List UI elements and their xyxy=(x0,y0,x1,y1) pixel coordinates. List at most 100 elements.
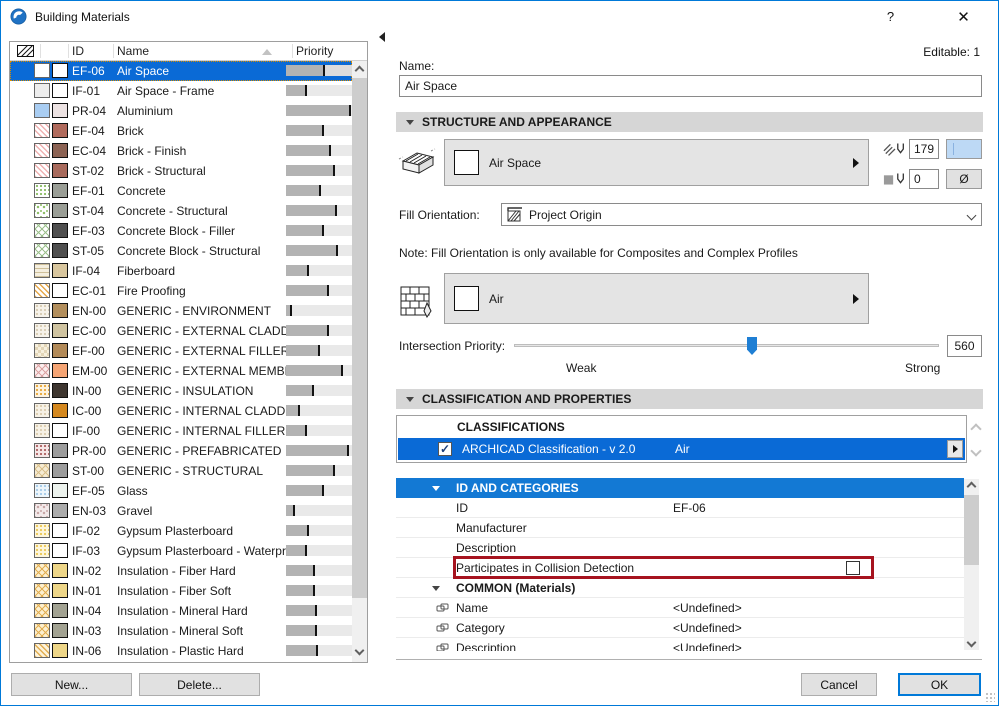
surface-swatch[interactable] xyxy=(52,563,68,578)
table-header[interactable]: ID Name Priority xyxy=(10,42,367,61)
fill-swatch[interactable] xyxy=(34,463,50,478)
table-row[interactable]: IN-03Insulation - Mineral Soft xyxy=(10,621,352,641)
property-value[interactable]: <Undefined> xyxy=(673,641,742,651)
materials-scrollbar[interactable] xyxy=(352,61,367,662)
table-row[interactable]: EN-03Gravel xyxy=(10,501,352,521)
fill-swatch[interactable] xyxy=(34,423,50,438)
surface-swatch[interactable] xyxy=(52,463,68,478)
scroll-down-icon[interactable] xyxy=(355,646,365,656)
surface-selector[interactable]: Air xyxy=(444,273,869,324)
fill-swatch[interactable] xyxy=(34,443,50,458)
cut-fill-selector[interactable]: Air Space xyxy=(444,139,869,186)
table-row[interactable]: ST-04Concrete - Structural xyxy=(10,201,352,221)
fill-swatch[interactable] xyxy=(34,363,50,378)
table-row[interactable]: EC-04Brick - Finish xyxy=(10,141,352,161)
property-value[interactable]: EF-06 xyxy=(673,501,706,515)
slider-track[interactable] xyxy=(514,344,939,347)
property-group-header[interactable]: ID AND CATEGORIES xyxy=(396,478,964,498)
scroll-down-icon[interactable] xyxy=(967,638,977,648)
surface-swatch[interactable] xyxy=(52,343,68,358)
help-button[interactable]: ? xyxy=(868,1,913,32)
surface-swatch[interactable] xyxy=(52,643,68,658)
fill-swatch[interactable] xyxy=(34,83,50,98)
col-id[interactable]: ID xyxy=(72,44,84,58)
fill-swatch[interactable] xyxy=(34,103,50,118)
surface-swatch[interactable] xyxy=(52,183,68,198)
property-row[interactable]: Name<Undefined> xyxy=(396,598,964,618)
intersection-priority-slider[interactable] xyxy=(514,337,939,355)
cut-fill-background-pen-input[interactable]: 0 xyxy=(909,169,939,189)
fill-swatch[interactable] xyxy=(34,163,50,178)
table-row[interactable]: EC-00GENERIC - EXTERNAL CLADDING xyxy=(10,321,352,341)
surface-swatch[interactable] xyxy=(52,503,68,518)
fill-swatch[interactable] xyxy=(34,203,50,218)
scroll-up-icon[interactable] xyxy=(967,482,977,492)
fill-swatch[interactable] xyxy=(34,343,50,358)
table-row[interactable]: EN-00GENERIC - ENVIRONMENT xyxy=(10,301,352,321)
table-row[interactable]: EF-00GENERIC - EXTERNAL FILLER xyxy=(10,341,352,361)
table-row[interactable]: IN-00GENERIC - INSULATION xyxy=(10,381,352,401)
properties-scrollbar[interactable] xyxy=(964,479,979,650)
section-structure-appearance[interactable]: STRUCTURE AND APPEARANCE xyxy=(396,112,983,132)
fill-swatch[interactable] xyxy=(34,563,50,578)
surface-swatch[interactable] xyxy=(52,583,68,598)
table-row[interactable]: EF-06Air Space xyxy=(10,61,352,81)
property-row[interactable]: Manufacturer xyxy=(396,518,964,538)
table-row[interactable]: EF-01Concrete xyxy=(10,181,352,201)
fill-swatch[interactable] xyxy=(34,643,50,658)
surface-swatch[interactable] xyxy=(52,263,68,278)
background-pen-none-button[interactable]: Ø xyxy=(946,169,982,189)
surface-swatch[interactable] xyxy=(52,303,68,318)
property-row[interactable]: IDEF-06 xyxy=(396,498,964,518)
cut-fill-pen-input[interactable]: 179 xyxy=(909,139,939,159)
fill-swatch[interactable] xyxy=(34,123,50,138)
table-row[interactable]: ST-02Brick - Structural xyxy=(10,161,352,181)
property-group-header[interactable]: COMMON (Materials) xyxy=(396,578,964,598)
cut-fill-pen-color-button[interactable] xyxy=(946,139,982,159)
surface-swatch[interactable] xyxy=(52,403,68,418)
fill-swatch[interactable] xyxy=(34,243,50,258)
table-row[interactable]: IF-04Fiberboard xyxy=(10,261,352,281)
surface-swatch[interactable] xyxy=(52,123,68,138)
fill-swatch[interactable] xyxy=(34,63,50,78)
surface-swatch[interactable] xyxy=(52,223,68,238)
table-row[interactable]: IF-00GENERIC - INTERNAL FILLER xyxy=(10,421,352,441)
ok-button[interactable]: OK xyxy=(898,673,981,696)
col-name[interactable]: Name xyxy=(117,44,149,58)
table-row[interactable]: PR-00GENERIC - PREFABRICATED xyxy=(10,441,352,461)
table-row[interactable]: IF-03Gypsum Plasterboard - Waterproo xyxy=(10,541,352,561)
fill-swatch[interactable] xyxy=(34,583,50,598)
fill-swatch[interactable] xyxy=(34,383,50,398)
classification-picker-button[interactable] xyxy=(947,440,963,458)
fill-swatch[interactable] xyxy=(34,303,50,318)
table-row[interactable]: PR-04Aluminium xyxy=(10,101,352,121)
table-row[interactable]: EF-03Concrete Block - Filler xyxy=(10,221,352,241)
slider-thumb[interactable] xyxy=(747,337,757,355)
fill-swatch[interactable] xyxy=(34,263,50,278)
table-row[interactable]: IN-06Insulation - Plastic Hard xyxy=(10,641,352,661)
fill-swatch[interactable] xyxy=(34,623,50,638)
property-value[interactable]: <Undefined> xyxy=(673,601,742,615)
property-row[interactable]: Category<Undefined> xyxy=(396,618,964,638)
surface-swatch[interactable] xyxy=(52,423,68,438)
table-row[interactable]: IF-02Gypsum Plasterboard xyxy=(10,521,352,541)
property-value[interactable]: <Undefined> xyxy=(673,621,742,635)
property-row[interactable]: Participates in Collision Detection xyxy=(396,558,964,578)
property-row[interactable]: Description xyxy=(396,538,964,558)
table-row[interactable]: EF-04Brick xyxy=(10,121,352,141)
fill-swatch[interactable] xyxy=(34,543,50,558)
surface-swatch[interactable] xyxy=(52,283,68,298)
new-button[interactable]: New... xyxy=(11,673,132,696)
surface-swatch[interactable] xyxy=(52,383,68,398)
classification-checkbox[interactable]: ✓ xyxy=(438,442,452,456)
table-row[interactable]: IN-01Insulation - Fiber Soft xyxy=(10,581,352,601)
table-row[interactable]: IN-04Insulation - Mineral Hard xyxy=(10,601,352,621)
fill-swatch[interactable] xyxy=(34,403,50,418)
table-row[interactable]: ST-00GENERIC - STRUCTURAL xyxy=(10,461,352,481)
table-row[interactable]: IC-00GENERIC - INTERNAL CLADDING xyxy=(10,401,352,421)
surface-swatch[interactable] xyxy=(52,543,68,558)
fill-swatch[interactable] xyxy=(34,283,50,298)
delete-button[interactable]: Delete... xyxy=(139,673,260,696)
surface-swatch[interactable] xyxy=(52,143,68,158)
col-priority[interactable]: Priority xyxy=(296,44,333,58)
